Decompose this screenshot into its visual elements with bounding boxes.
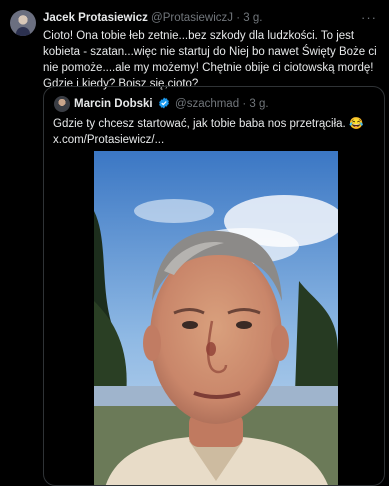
quoted-tweet[interactable]: Marcin Dobski @szachmad · 3 g. Gdzie ty … xyxy=(43,86,385,486)
header-separator: · xyxy=(236,12,241,24)
author-handle[interactable]: @ProtasiewiczJ xyxy=(151,12,233,24)
tweet-header: Jacek Protasiewicz @ProtasiewiczJ · 3 g. xyxy=(43,11,361,26)
selfie-photo-image xyxy=(94,151,338,485)
author-name[interactable]: Jacek Protasiewicz xyxy=(43,12,148,24)
quoted-tweet-time[interactable]: 3 g. xyxy=(249,98,268,110)
quoted-author-handle[interactable]: @szachmad xyxy=(175,98,239,110)
more-dots-icon[interactable]: ··· xyxy=(361,10,377,25)
quoted-tweet-header: Marcin Dobski @szachmad · 3 g. xyxy=(74,97,269,112)
quoted-tweet-text: Gdzie ty chcesz startować, jak tobie bab… xyxy=(53,118,364,146)
quoted-header-separator: · xyxy=(242,98,247,110)
tweet-text: Cioto! Ona tobie łeb zetnie...bez szkody… xyxy=(43,30,377,90)
tweet-time[interactable]: 3 g. xyxy=(243,12,262,24)
author-avatar[interactable] xyxy=(10,10,36,36)
tweet-post[interactable]: Jacek Protasiewicz @ProtasiewiczJ · 3 g.… xyxy=(0,0,389,486)
quoted-author-name[interactable]: Marcin Dobski xyxy=(74,98,153,110)
quoted-tweet-photo[interactable] xyxy=(94,151,338,485)
verified-badge-icon xyxy=(158,97,169,109)
quoted-author-avatar[interactable] xyxy=(54,96,70,112)
